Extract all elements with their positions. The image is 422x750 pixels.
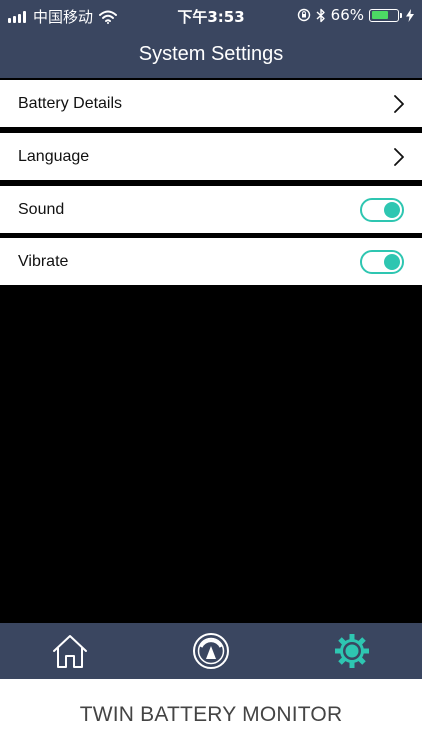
sound-toggle[interactable]	[360, 197, 404, 222]
orientation-lock-icon	[297, 8, 310, 22]
tab-bar	[0, 623, 422, 679]
app-name: TWIN BATTERY MONITOR	[79, 703, 343, 726]
status-bar: 中国移动 下午3:53 66%	[0, 0, 422, 30]
battery-icon	[369, 8, 402, 22]
gear-icon	[335, 634, 369, 668]
settings-row-sound: Sound	[0, 186, 422, 233]
status-right: 66%	[292, 6, 414, 24]
toggle-knob	[384, 201, 400, 218]
settings-row-label: Language	[18, 147, 90, 165]
nav-bar: System Settings	[0, 30, 422, 78]
charging-icon	[406, 8, 414, 22]
battery-level-fill	[371, 11, 388, 19]
bluetooth-icon	[316, 8, 325, 22]
settings-row-battery-details[interactable]: Battery Details	[0, 80, 422, 127]
settings-row-label: Battery Details	[18, 94, 123, 112]
settings-row-label: Vibrate	[18, 252, 69, 270]
tab-gauge[interactable]	[141, 623, 281, 679]
home-icon	[53, 635, 87, 668]
gauge-icon	[193, 633, 229, 669]
tab-settings[interactable]	[282, 623, 422, 679]
settings-row-label: Sound	[18, 200, 65, 218]
tab-home[interactable]	[0, 623, 140, 679]
settings-row-vibrate: Vibrate	[0, 238, 422, 285]
battery-percent: 66%	[330, 6, 364, 24]
app-footer: TWIN BATTERY MONITOR	[0, 679, 422, 750]
page-title: System Settings	[138, 43, 284, 65]
toggle-knob	[384, 253, 400, 270]
chevron-right-icon	[394, 94, 404, 113]
chevron-right-icon	[394, 147, 404, 166]
vibrate-toggle[interactable]	[360, 249, 404, 274]
settings-row-language[interactable]: Language	[0, 133, 422, 180]
